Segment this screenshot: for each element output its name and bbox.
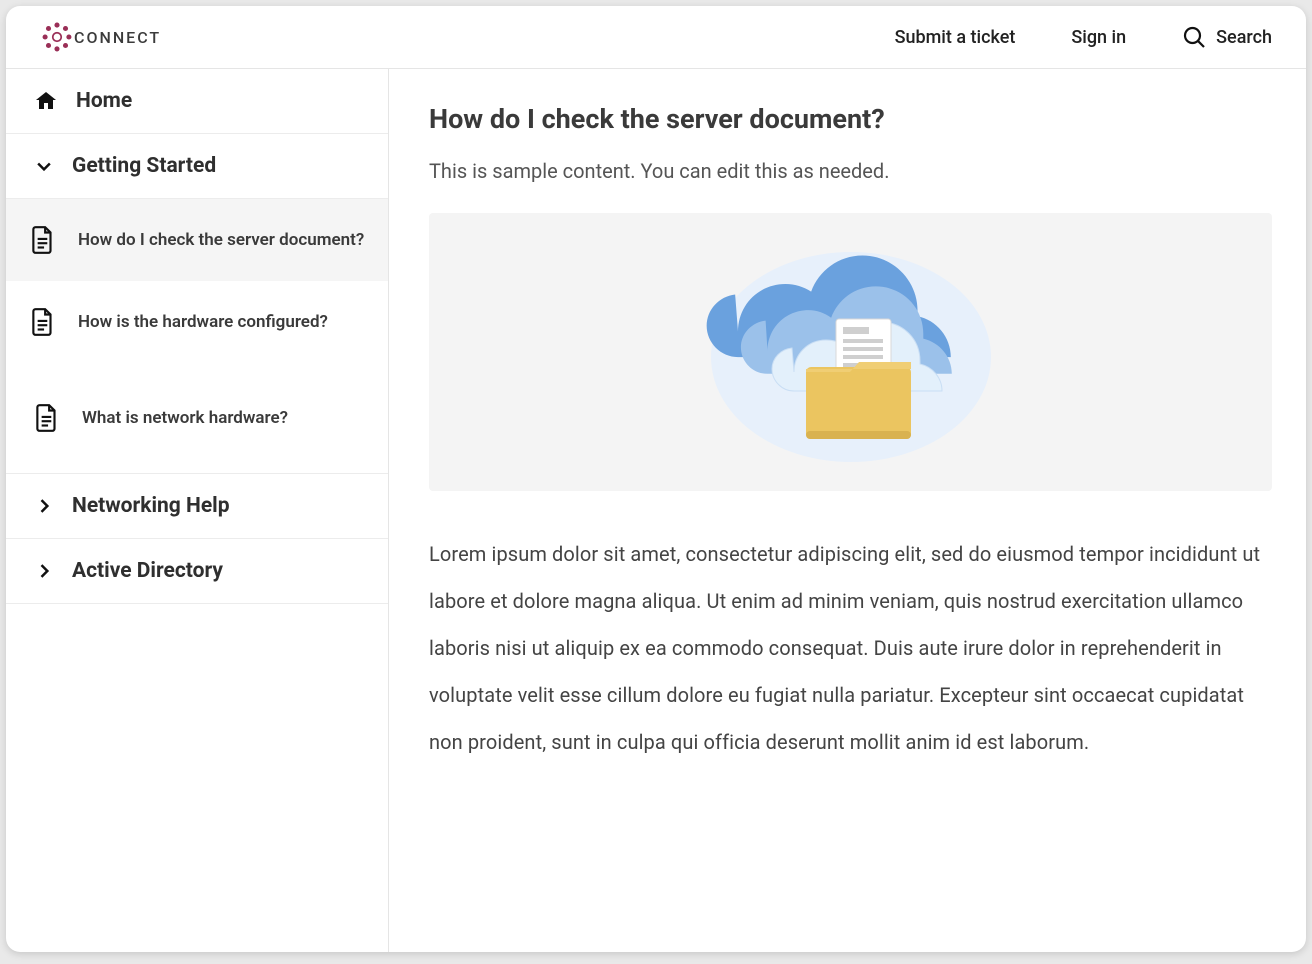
main: Home Getting Started — [6, 69, 1306, 952]
brand-logo-icon — [40, 20, 74, 54]
brand-text: CONNECT — [74, 28, 161, 47]
brand[interactable]: CONNECT — [40, 20, 161, 54]
sidebar-group-label: Active Directory — [72, 559, 223, 583]
sidebar-group-getting-started[interactable]: Getting Started — [6, 134, 388, 199]
document-icon — [30, 225, 56, 255]
home-icon — [34, 89, 58, 113]
sidebar-item-check-server-document[interactable]: How do I check the server document? — [6, 199, 388, 281]
header: CONNECT Submit a ticket Sign in Search — [6, 6, 1306, 69]
document-icon — [30, 307, 56, 337]
chevron-right-icon — [34, 496, 54, 516]
article: How do I check the server document? This… — [389, 69, 1306, 952]
article-title: How do I check the server document? — [429, 103, 1272, 135]
sidebar-home[interactable]: Home — [6, 69, 388, 134]
chevron-right-icon — [34, 561, 54, 581]
document-icon — [34, 403, 60, 433]
sign-in-link[interactable]: Sign in — [1071, 27, 1126, 48]
sidebar-group-active-directory[interactable]: Active Directory — [6, 539, 388, 604]
sidebar-group-label: Networking Help — [72, 494, 230, 518]
sidebar-home-label: Home — [76, 89, 132, 113]
app-window: CONNECT Submit a ticket Sign in Search — [6, 6, 1306, 952]
sidebar: Home Getting Started — [6, 69, 389, 952]
sidebar-item-hardware-configured[interactable]: How is the hardware configured? — [6, 281, 388, 363]
search-label: Search — [1216, 27, 1272, 48]
cloud-folder-illustration-icon — [701, 237, 1001, 467]
search-icon — [1182, 25, 1206, 49]
sidebar-item-label: How do I check the server document? — [78, 230, 364, 250]
chevron-down-icon — [34, 156, 54, 176]
sidebar-item-label: How is the hardware configured? — [78, 312, 328, 332]
sidebar-item-network-hardware[interactable]: What is network hardware? — [6, 363, 388, 473]
article-figure — [429, 213, 1272, 491]
header-actions: Submit a ticket Sign in Search — [895, 25, 1272, 49]
sidebar-item-label: What is network hardware? — [82, 408, 288, 428]
sidebar-subgroup-getting-started: How do I check the server document? How … — [6, 199, 388, 474]
sidebar-group-label: Getting Started — [72, 154, 216, 178]
search-button[interactable]: Search — [1182, 25, 1272, 49]
submit-ticket-link[interactable]: Submit a ticket — [895, 27, 1016, 48]
article-intro: This is sample content. You can edit thi… — [429, 159, 1272, 183]
article-body: Lorem ipsum dolor sit amet, consectetur … — [429, 531, 1272, 766]
sidebar-group-networking-help[interactable]: Networking Help — [6, 474, 388, 539]
